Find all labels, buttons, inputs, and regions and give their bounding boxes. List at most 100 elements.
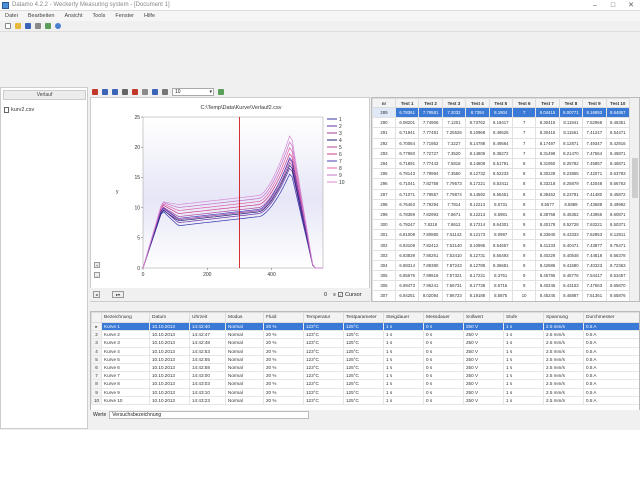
curves-row[interactable]: 3 Kurve 3 10.10.2013 14:42:48 Normal 20 % 123°… [91, 338, 639, 348]
curves-cell[interactable]: 250 V [463, 354, 504, 364]
grid-cell[interactable]: 8.21470 [558, 147, 584, 159]
grid-cell[interactable]: 7 [511, 106, 537, 119]
grid-cell[interactable]: 8.25879 [558, 178, 584, 190]
curves-row[interactable]: 4 Kurve 4 10.10.2013 14:42:53 Normal 20 % 123°… [91, 346, 639, 356]
grid-row-number[interactable]: 291 [372, 127, 396, 139]
curves-cell[interactable]: 0.5 A [583, 395, 639, 405]
grid-row-number[interactable]: 303 [372, 249, 396, 261]
grid-row-number[interactable]: 302 [372, 239, 396, 251]
grid-cell[interactable]: 8.44538 [558, 300, 584, 301]
curves-cell[interactable]: 123°C [303, 354, 344, 364]
grid-column-header[interactable]: Test 1 [394, 98, 420, 108]
series-count-select[interactable]: 10 [172, 87, 214, 96]
grid-cell[interactable]: 6.71071 [394, 188, 420, 200]
grid-row-number[interactable]: 290 [372, 117, 396, 129]
grid-scrollbar[interactable] [629, 98, 639, 301]
grid-cell[interactable]: 8.14806 [465, 147, 490, 159]
grid-cell[interactable]: 7 [511, 117, 537, 129]
grid-cell[interactable]: 7.80880 [418, 229, 443, 241]
curves-cell[interactable]: 250 V [463, 395, 504, 405]
grid-cell[interactable]: 8.0997 [488, 229, 513, 241]
grid-cell[interactable]: 8.52728 [558, 219, 584, 231]
grid-row[interactable]: 3086.821018.028547.875738.222328.5217410… [372, 300, 631, 301]
curves-column-header[interactable]: Bezeichnung [101, 312, 150, 323]
grid-cell[interactable]: 10 [511, 300, 537, 301]
grid-cell[interactable]: 7.86261 [418, 249, 443, 261]
grid-cell[interactable]: 8.12213 [465, 198, 490, 210]
curves-cell[interactable]: 20 % [263, 354, 304, 364]
grid-cell[interactable]: 8.41978 [605, 300, 631, 301]
curves-column-header[interactable]: Steigdauer [383, 312, 424, 323]
grid-cell[interactable]: 8.12213 [465, 208, 490, 221]
curves-cell[interactable]: 0.5 A [583, 354, 639, 364]
curves-column-header[interactable] [91, 312, 102, 323]
curves-cell[interactable]: Normal [225, 395, 264, 405]
scrollbar-thumb[interactable] [632, 158, 638, 198]
curves-cell[interactable]: 20 % [263, 371, 304, 381]
grid-cell[interactable]: 8.40471 [558, 239, 584, 251]
grid-cell[interactable]: 7.41480 [582, 188, 607, 200]
curves-row[interactable]: 9 Kurve 9 10.10.2013 14:43:10 Normal 20 % 123°… [91, 387, 639, 397]
row-indicator[interactable]: 8 [91, 379, 102, 389]
grid-row-number[interactable]: 304 [372, 259, 396, 272]
curves-cell[interactable]: 250 V [463, 371, 504, 381]
grid-row[interactable]: 303 6.83839 7.86261 7.53410 8.12731 8.55493 9 8… [372, 249, 631, 261]
curves-row[interactable]: 2 Kurve 2 10.10.2013 14:42:47 Normal 20 % 123°… [91, 330, 639, 340]
grid-cell[interactable]: 8.45776 [558, 269, 584, 282]
grid-cell[interactable]: 9 [511, 280, 537, 292]
grid-cell[interactable]: 7.96241 [418, 280, 443, 292]
grid-cell[interactable]: 8.45352 [558, 208, 584, 221]
grid-cell[interactable]: 7.79994 [418, 168, 443, 180]
grid-row-number[interactable]: 300 [372, 219, 396, 231]
grid-row[interactable]: 295 6.78143 7.79994 7.3560 8.12732 8.52233 8 8.… [372, 168, 631, 180]
curves-column-header[interactable]: Spannung [543, 312, 584, 323]
file-item[interactable]: kurv2.csv [4, 107, 34, 113]
grid-cell[interactable]: 7.42071 [582, 168, 607, 180]
grid-cell[interactable]: 8.02084 [418, 290, 443, 301]
curves-cell[interactable]: 14:42:58 [189, 362, 226, 373]
grid-cell[interactable]: 7.72727 [418, 147, 443, 159]
grid-cell[interactable]: 8.56378 [605, 249, 631, 261]
menu-ansicht[interactable]: Ansicht [59, 13, 87, 19]
curves-cell[interactable]: Kurve 6 [101, 362, 150, 373]
grid-cell[interactable]: 8.10968 [465, 127, 490, 139]
grid-cell[interactable]: 6.71041 [394, 178, 420, 190]
grid-cell[interactable]: 8.73762 [465, 117, 490, 129]
grid-cell[interactable]: 8.3761 [488, 269, 513, 282]
curves-cell[interactable]: 20 % [263, 387, 304, 397]
grid-column-header[interactable]: nr [372, 98, 396, 108]
grid-cell[interactable]: 8.46351 [605, 117, 631, 129]
open-button[interactable] [13, 22, 22, 31]
grid-row[interactable]: 300 6.79247 7.8218 7.8612 8.17214 8.64301 9 8.4… [372, 219, 631, 231]
grid-row[interactable]: 307 6.84251 8.02084 7.86723 8.19188 8.5875 10 8… [372, 290, 631, 301]
grid-cell[interactable]: 7.53410 [441, 249, 467, 261]
grid-cell[interactable]: 9 [511, 219, 537, 231]
grid-cell[interactable]: 8.45872 [605, 188, 631, 200]
curves-cell[interactable]: 1 s [503, 330, 544, 340]
curves-cell[interactable]: 123°C [303, 321, 344, 332]
grid-cell[interactable]: 7.43688 [582, 198, 607, 210]
grid-row[interactable]: 304 6.88314 7.89380 7.87243 8.12788 8.36681 9 8… [372, 259, 631, 272]
grid-cell[interactable]: 7.2032 [441, 106, 467, 119]
grid-cell[interactable]: 8.64301 [488, 219, 513, 231]
grid-cell[interactable]: 8.5716 [488, 280, 513, 292]
grid-cell[interactable]: 8.25782 [558, 157, 584, 170]
grid-cell[interactable]: 8 [511, 198, 537, 210]
grid-row[interactable]: 299 6.78389 7.82993 7.8671 8.12213 8.5981 8 8.3… [372, 208, 631, 221]
grid-cell[interactable]: 8.45245 [535, 290, 560, 301]
close-button[interactable]: ✕ [622, 0, 640, 11]
curves-cell[interactable]: Kurve 8 [101, 379, 150, 389]
grid-cell[interactable]: 7.71952 [418, 137, 443, 149]
grid-cell[interactable]: 8.51791 [488, 157, 513, 170]
grid-cell[interactable]: 8.12788 [465, 259, 490, 272]
grid-cell[interactable]: 8.31950 [535, 157, 560, 170]
grid-cell[interactable]: 8.39758 [535, 208, 560, 221]
grid-cell[interactable]: 7.47563 [582, 280, 607, 292]
curves-cell[interactable]: 250 V [463, 321, 504, 332]
curves-cell[interactable]: Kurve 9 [101, 387, 150, 397]
grid-row-number[interactable]: 298 [372, 198, 396, 210]
curves-cell[interactable]: 0.5 A [583, 387, 639, 397]
chart-button[interactable] [216, 87, 225, 96]
grid-cell[interactable]: 7.82993 [418, 208, 443, 221]
grid-cell[interactable]: 8.14808 [465, 157, 490, 170]
